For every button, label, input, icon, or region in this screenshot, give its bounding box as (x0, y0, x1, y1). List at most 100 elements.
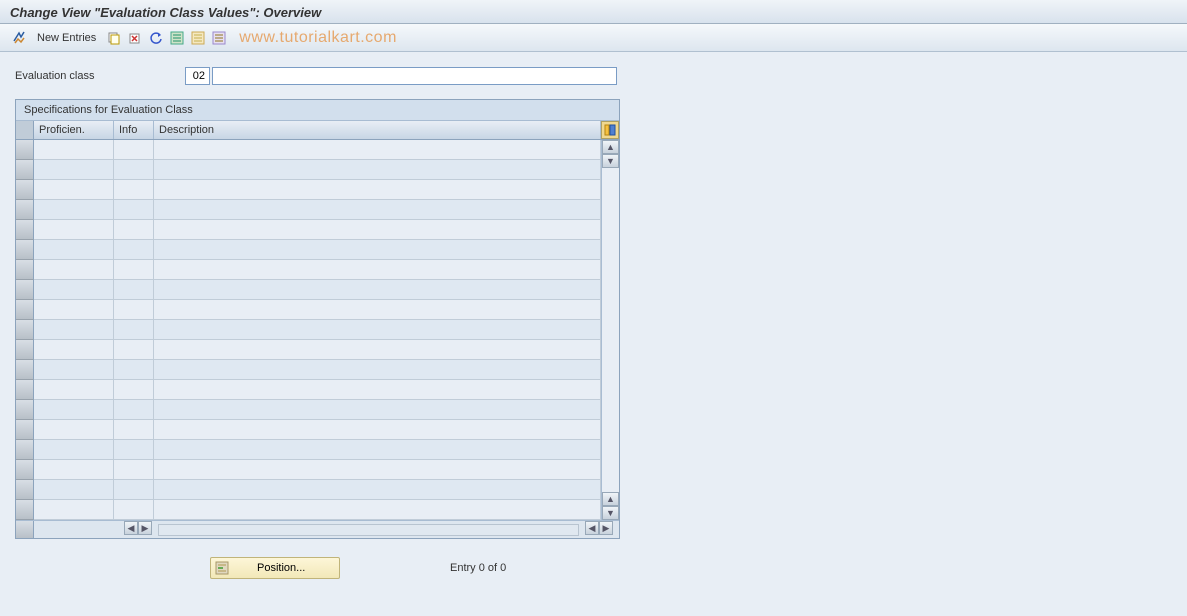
scroll-left-step-icon[interactable]: ◀ (585, 521, 599, 535)
row-selector[interactable] (16, 380, 34, 400)
row-selector[interactable] (16, 200, 34, 220)
cell-proficien[interactable] (34, 260, 114, 280)
undo-icon[interactable] (147, 29, 165, 47)
cell-description[interactable] (154, 320, 601, 340)
cell-description[interactable] (154, 160, 601, 180)
cell-description[interactable] (154, 180, 601, 200)
cell-proficien[interactable] (34, 240, 114, 260)
table-config-icon[interactable] (601, 121, 619, 139)
delete-icon[interactable] (126, 29, 144, 47)
copy-icon[interactable] (105, 29, 123, 47)
column-description[interactable]: Description (154, 121, 601, 139)
cell-proficien[interactable] (34, 480, 114, 500)
table-row[interactable] (16, 140, 601, 160)
cell-info[interactable] (114, 280, 154, 300)
row-selector[interactable] (16, 460, 34, 480)
cell-description[interactable] (154, 460, 601, 480)
column-info[interactable]: Info (114, 121, 154, 139)
row-selector[interactable] (16, 220, 34, 240)
new-entries-button[interactable]: New Entries (37, 32, 96, 44)
table-row[interactable] (16, 320, 601, 340)
cell-proficien[interactable] (34, 320, 114, 340)
cell-info[interactable] (114, 240, 154, 260)
cell-proficien[interactable] (34, 360, 114, 380)
cell-description[interactable] (154, 220, 601, 240)
cell-description[interactable] (154, 420, 601, 440)
cell-description[interactable] (154, 140, 601, 160)
cell-info[interactable] (114, 340, 154, 360)
hscroll-track[interactable] (158, 524, 579, 536)
table-row[interactable] (16, 380, 601, 400)
cell-description[interactable] (154, 480, 601, 500)
table-row[interactable] (16, 180, 601, 200)
cell-description[interactable] (154, 360, 601, 380)
column-proficien[interactable]: Proficien. (34, 121, 114, 139)
scroll-down-icon[interactable]: ▼ (602, 506, 619, 520)
evaluation-class-desc-input[interactable] (212, 67, 617, 85)
deselect-all-icon[interactable] (189, 29, 207, 47)
scroll-up-step-icon[interactable]: ▲ (602, 492, 619, 506)
cell-proficien[interactable] (34, 280, 114, 300)
cell-proficien[interactable] (34, 440, 114, 460)
select-all-icon[interactable] (168, 29, 186, 47)
select-all-column[interactable] (16, 121, 34, 139)
cell-proficien[interactable] (34, 220, 114, 240)
row-selector[interactable] (16, 320, 34, 340)
table-row[interactable] (16, 340, 601, 360)
table-settings-icon[interactable] (210, 29, 228, 47)
scroll-left-icon[interactable]: ◀ (124, 521, 138, 535)
cell-proficien[interactable] (34, 460, 114, 480)
evaluation-class-input[interactable] (185, 67, 210, 85)
row-selector[interactable] (16, 360, 34, 380)
cell-description[interactable] (154, 280, 601, 300)
cell-description[interactable] (154, 500, 601, 520)
cell-info[interactable] (114, 200, 154, 220)
cell-info[interactable] (114, 400, 154, 420)
table-row[interactable] (16, 500, 601, 520)
position-button[interactable]: Position... (210, 557, 340, 579)
cell-proficien[interactable] (34, 200, 114, 220)
cell-info[interactable] (114, 220, 154, 240)
cell-description[interactable] (154, 300, 601, 320)
table-row[interactable] (16, 240, 601, 260)
row-selector[interactable] (16, 500, 34, 520)
cell-description[interactable] (154, 240, 601, 260)
cell-info[interactable] (114, 420, 154, 440)
scroll-up-icon[interactable]: ▲ (602, 140, 619, 154)
cell-proficien[interactable] (34, 160, 114, 180)
cell-info[interactable] (114, 480, 154, 500)
table-row[interactable] (16, 300, 601, 320)
cell-info[interactable] (114, 320, 154, 340)
cell-description[interactable] (154, 260, 601, 280)
cell-proficien[interactable] (34, 180, 114, 200)
cell-info[interactable] (114, 180, 154, 200)
table-row[interactable] (16, 260, 601, 280)
table-row[interactable] (16, 220, 601, 240)
table-row[interactable] (16, 160, 601, 180)
row-selector[interactable] (16, 400, 34, 420)
cell-info[interactable] (114, 440, 154, 460)
scroll-right-step-icon[interactable]: ▶ (138, 521, 152, 535)
row-selector[interactable] (16, 280, 34, 300)
cell-description[interactable] (154, 200, 601, 220)
cell-info[interactable] (114, 500, 154, 520)
cell-description[interactable] (154, 380, 601, 400)
table-row[interactable] (16, 200, 601, 220)
cell-info[interactable] (114, 380, 154, 400)
row-selector[interactable] (16, 440, 34, 460)
scroll-down-step-icon[interactable]: ▼ (602, 154, 619, 168)
cell-info[interactable] (114, 260, 154, 280)
cell-info[interactable] (114, 140, 154, 160)
table-row[interactable] (16, 460, 601, 480)
cell-proficien[interactable] (34, 380, 114, 400)
table-row[interactable] (16, 420, 601, 440)
cell-description[interactable] (154, 340, 601, 360)
table-row[interactable] (16, 440, 601, 460)
vertical-scrollbar[interactable]: ▲ ▼ ▲ ▼ (601, 140, 619, 520)
table-row[interactable] (16, 360, 601, 380)
cell-proficien[interactable] (34, 300, 114, 320)
row-selector[interactable] (16, 300, 34, 320)
row-selector[interactable] (16, 340, 34, 360)
cell-proficien[interactable] (34, 140, 114, 160)
cell-info[interactable] (114, 300, 154, 320)
